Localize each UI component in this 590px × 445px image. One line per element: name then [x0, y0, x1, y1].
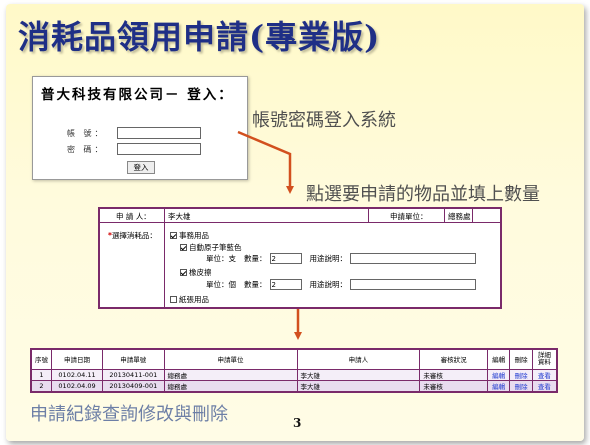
table-row: 1 0102.04.11 20130411-001 總務處 李大雄 未審核 編輯…: [30, 368, 558, 381]
col-edit: 編輯: [486, 348, 511, 370]
item2-details: 單位：個 數量： 用途說明：: [206, 279, 476, 290]
item1-unit: 單位：支: [206, 254, 236, 263]
item-blue-pen-label: 自動原子筆藍色: [189, 243, 242, 252]
col-number: 申請單號: [102, 348, 165, 370]
cell-applicant: 李大雄: [296, 379, 421, 392]
applicant-value: 李大雄: [168, 212, 191, 221]
item1-purpose-label: 用途說明：: [309, 254, 348, 263]
records-table: 序號 申請日期 申請單號 申請單位 申請人 審核狀況 編輯 刪除 詳細 資料 1…: [30, 348, 558, 393]
cell-unit: 總務處: [163, 368, 298, 381]
select-supplies-label: *選擇消耗品：: [108, 231, 157, 240]
cell-seq: 1: [30, 368, 52, 381]
cell-applicant: 李大雄: [296, 368, 421, 381]
checkbox-blue-pen[interactable]: [180, 244, 187, 251]
category-office-label: 事務用品: [179, 231, 209, 240]
item1-purpose-input[interactable]: [350, 253, 476, 264]
item1-qty-input[interactable]: [269, 253, 302, 264]
slide: 消耗品領用申請(專業版) 普大科技有限公司－ 登入： 帳 號： 密 碼： 登入 …: [6, 4, 584, 441]
col-seq: 序號: [30, 348, 52, 370]
edit-link[interactable]: 編輯: [492, 383, 505, 391]
delete-link[interactable]: 刪除: [515, 372, 528, 380]
col-status: 審核狀況: [419, 348, 488, 370]
applicant-label: 申 請 人：: [116, 212, 151, 221]
item-eraser[interactable]: 橡皮擦: [180, 267, 212, 278]
item-blue-pen[interactable]: 自動原子筆藍色: [180, 242, 242, 253]
item2-qty-label: 數量：: [244, 280, 267, 289]
col-date: 申請日期: [50, 348, 104, 370]
col-unit: 申請單位: [163, 348, 298, 370]
caption-records: 申請紀錄查詢修改與刪除: [30, 404, 228, 425]
checkbox-office-supplies[interactable]: [170, 232, 177, 239]
cell-date: 0102.04.09: [50, 379, 104, 392]
cell-date: 0102.04.11: [50, 368, 104, 381]
records-header-row: 序號 申請日期 申請單號 申請單位 申請人 審核狀況 編輯 刪除 詳細 資料: [30, 348, 558, 370]
view-link[interactable]: 查看: [538, 372, 551, 380]
item-eraser-label: 橡皮擦: [189, 268, 212, 277]
item2-unit: 單位：個: [206, 280, 236, 289]
view-link[interactable]: 查看: [538, 383, 551, 391]
cell-seq: 2: [30, 379, 52, 392]
item1-qty-label: 數量：: [244, 254, 267, 263]
item2-purpose-label: 用途說明：: [309, 280, 348, 289]
cell-status: 未審核: [419, 379, 488, 392]
page-number: 3: [293, 416, 302, 430]
category-paper-supplies[interactable]: 紙張用品: [170, 294, 209, 305]
unit-value: 總務處: [448, 212, 471, 221]
item1-details: 單位：支 數量： 用途說明：: [206, 253, 476, 264]
col-details: 詳細 資料: [531, 348, 558, 370]
category-office-supplies[interactable]: 事務用品: [170, 230, 209, 241]
arrow-login-to-form: [237, 130, 294, 194]
table-row: 2 0102.04.09 20130409-001 總務處 李大雄 未審核 編輯…: [30, 379, 558, 392]
cell-number: 20130411-001: [102, 368, 165, 381]
unit-label: 申請單位：: [390, 212, 428, 221]
col-delete: 刪除: [509, 348, 533, 370]
delete-link[interactable]: 刪除: [515, 383, 528, 391]
cell-number: 20130409-001: [102, 379, 165, 392]
item2-purpose-input[interactable]: [350, 279, 476, 290]
request-form: 申 請 人： 李大雄 申請單位： 總務處 *選擇消耗品： 事務用品 自動原子筆藍…: [98, 207, 502, 309]
col-applicant: 申請人: [296, 348, 421, 370]
category-paper-label: 紙張用品: [179, 295, 209, 304]
cell-status: 未審核: [419, 368, 488, 381]
checkbox-eraser[interactable]: [180, 269, 187, 276]
item2-qty-input[interactable]: [269, 279, 302, 290]
edit-link[interactable]: 編輯: [492, 372, 505, 380]
form-header: 申 請 人： 李大雄 申請單位： 總務處: [100, 209, 500, 223]
cell-unit: 總務處: [163, 379, 298, 392]
checkbox-paper-supplies[interactable]: [170, 296, 177, 303]
